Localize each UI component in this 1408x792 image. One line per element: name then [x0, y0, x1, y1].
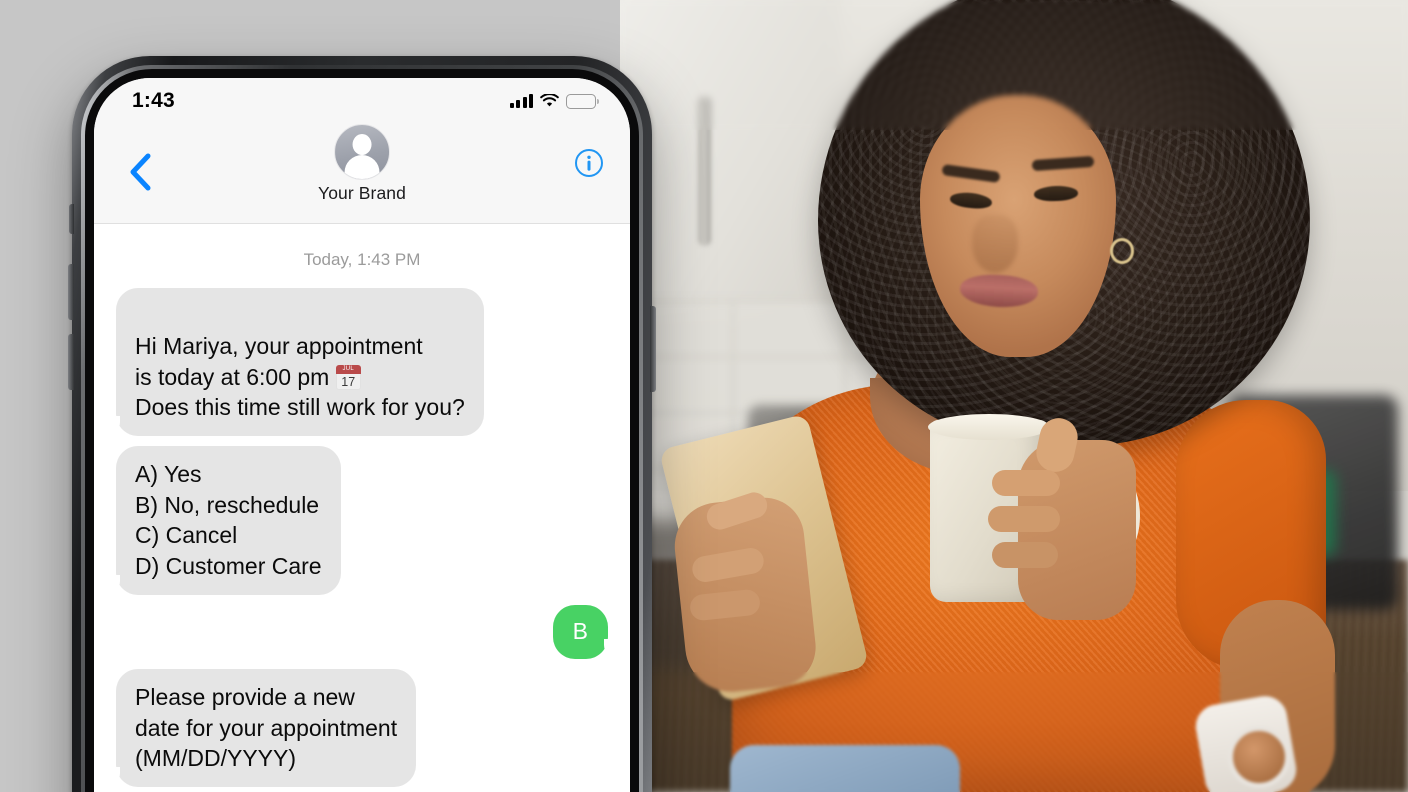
nose	[972, 215, 1018, 273]
calendar-emoji: JUL 17	[335, 364, 361, 390]
depth-of-field-top	[620, 0, 1408, 130]
contact-name: Your Brand	[318, 183, 406, 203]
conversation-timestamp: Today, 1:43 PM	[303, 250, 421, 269]
background-photo	[620, 0, 1408, 792]
cellular-signal-icon	[509, 93, 533, 108]
calendar-emoji-month: JUL	[335, 364, 361, 374]
mug-rim	[928, 414, 1050, 440]
depth-of-field-bottom	[620, 672, 1408, 792]
message-bubble-incoming[interactable]: Hi Mariya, your appointment is today at …	[106, 288, 484, 437]
calendar-emoji-day: 17	[341, 374, 356, 389]
back-chevron-icon[interactable]	[118, 150, 162, 194]
screenshot-canvas: 1:43 Your Brand Today, 1:43 PM Hi Mariya…	[0, 0, 1408, 792]
message-row: Please provide a new date for your appoi…	[94, 669, 630, 788]
message-list: Today, 1:43 PM Hi Mariya, your appointme…	[94, 224, 630, 792]
battery-icon	[566, 93, 599, 109]
message-row: B	[94, 604, 630, 660]
contact-info[interactable]: Your Brand	[318, 124, 406, 204]
volume-up-button[interactable]	[68, 264, 74, 320]
wifi-icon	[540, 94, 559, 107]
status-bar-time: 1:43	[132, 89, 175, 112]
hoop-earring	[1110, 238, 1134, 264]
phone-screen: 1:43 Your Brand Today, 1:43 PM Hi Mariya…	[94, 78, 630, 792]
contact-avatar-icon	[333, 124, 390, 180]
mute-switch[interactable]	[69, 204, 74, 234]
message-text: Hi Mariya, your appointment is today at …	[135, 333, 423, 390]
right-finger	[992, 542, 1058, 568]
right-finger	[992, 470, 1060, 496]
volume-down-button[interactable]	[68, 334, 74, 390]
message-bubble-outgoing[interactable]: B	[552, 604, 619, 660]
info-icon[interactable]	[574, 148, 604, 178]
message-text: Does this time still work for you?	[135, 394, 465, 421]
message-bubble-incoming[interactable]: Please provide a new date for your appoi…	[105, 669, 417, 788]
right-finger	[988, 506, 1060, 532]
message-row: A) Yes B) No, reschedule C) Cancel D) Cu…	[94, 446, 630, 596]
message-row: Hi Mariya, your appointment is today at …	[94, 288, 630, 437]
status-bar: 1:43	[94, 78, 630, 120]
power-button[interactable]	[650, 306, 656, 392]
message-bubble-incoming[interactable]: A) Yes B) No, reschedule C) Cancel D) Cu…	[106, 446, 341, 596]
status-bar-indicators	[509, 93, 599, 109]
conversation-header: Your Brand	[94, 120, 630, 224]
phone-mockup: 1:43 Your Brand Today, 1:43 PM Hi Mariya…	[68, 56, 656, 792]
